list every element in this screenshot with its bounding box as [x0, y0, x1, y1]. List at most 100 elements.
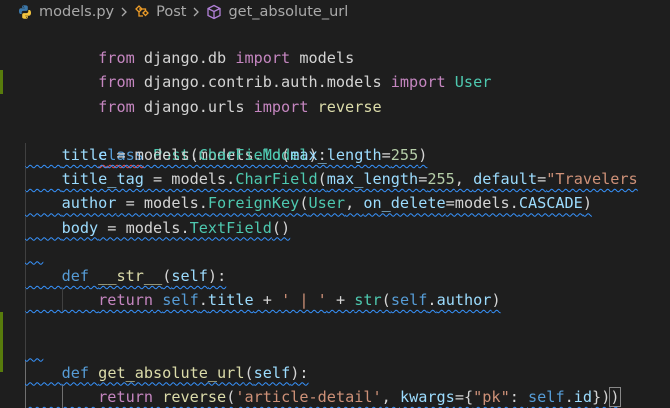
punctuation-token: )	[491, 291, 501, 310]
punctuation-token: (	[244, 363, 254, 382]
parameter-token: max_length	[326, 170, 419, 189]
punctuation-token: (	[281, 145, 291, 164]
punctuation-token: = models.	[143, 170, 236, 189]
punctuation-token: ={	[454, 387, 474, 406]
string-token: ' | '	[281, 291, 327, 310]
punctuation-token: =	[537, 170, 547, 189]
punctuation-token: = models.	[98, 218, 190, 237]
chevron-right-icon	[121, 7, 128, 17]
punctuation-token: ,	[345, 194, 364, 213]
code-line-empty[interactable]	[0, 95, 670, 119]
code-line[interactable]: def get_absolute_url(self):	[0, 360, 670, 385]
identifier-token: title_tag	[61, 170, 144, 189]
self-token: self	[528, 387, 565, 406]
punctuation-token: :	[509, 387, 529, 406]
indent-guide	[25, 312, 26, 337]
punctuation-token: ,	[454, 170, 474, 189]
keyword-token: return	[98, 387, 154, 406]
class-token: CharField	[235, 170, 318, 189]
identifier-token: body	[61, 218, 99, 237]
identifier-token: author	[436, 291, 492, 310]
class-token: User	[308, 194, 346, 213]
identifier-token: id	[573, 387, 593, 406]
code-editor[interactable]: models.py Post get_absolute_url from dja…	[0, 0, 670, 408]
code-line[interactable]: title = models.CharField(max_length=255)	[0, 142, 670, 168]
parameter-token: self	[171, 266, 208, 285]
punctuation-token: = models.	[116, 194, 208, 213]
code-line[interactable]: body = models.TextField()	[0, 215, 670, 240]
python-icon	[19, 5, 31, 19]
keyword-token: def	[61, 266, 90, 285]
self-token: self	[390, 291, 428, 310]
code-area[interactable]: from django.db import models from django…	[0, 22, 670, 408]
constant-token: CASCADE	[518, 194, 583, 213]
parameter-token: self	[253, 363, 291, 382]
punctuation-token: (	[226, 387, 236, 406]
matching-bracket: )	[609, 386, 621, 407]
code-line[interactable]: class Post(models.Model):	[0, 119, 670, 164]
string-token: "Travelers	[546, 170, 638, 189]
code-line[interactable]: from django.urls import reverse	[0, 70, 670, 116]
code-line[interactable]: title_tag = models.CharField(max_length=…	[0, 167, 670, 192]
function-token: __str__	[98, 266, 163, 285]
code-line[interactable]: author = models.ForeignKey(User, on_dele…	[0, 191, 670, 216]
parameter-token: max_length	[290, 145, 382, 164]
class-token: CharField	[198, 145, 282, 164]
punctuation-token: )	[418, 145, 428, 164]
code-line[interactable]: from django.db import models	[0, 22, 670, 67]
punctuation-token: (	[162, 266, 172, 285]
parameter-token: on_delete	[363, 194, 446, 213]
identifier-token: title	[61, 145, 108, 164]
code-line-empty[interactable]	[0, 239, 670, 264]
class-symbol-icon	[135, 5, 150, 17]
punctuation-token: )	[582, 194, 592, 213]
code-line[interactable]: from django.contrib.auth.models import U…	[0, 46, 670, 91]
keyword-token: def	[61, 363, 90, 382]
function-token: reverse	[162, 387, 227, 406]
code-line-empty[interactable]	[0, 336, 670, 361]
code-line[interactable]: return reverse('article-detail', kwargs=…	[0, 384, 670, 408]
punctuation-token: =	[418, 170, 428, 189]
punctuation-token: (	[381, 291, 391, 310]
keyword-token: return	[98, 291, 154, 310]
string-token: 'article-detail'	[235, 387, 382, 406]
breadcrumb-class[interactable]: Post	[134, 4, 186, 20]
self-token: self	[162, 291, 199, 310]
method-cube-icon	[207, 4, 222, 20]
punctuation-token: .	[427, 291, 437, 310]
identifier-token: author	[61, 194, 117, 213]
punctuation-token: (	[317, 170, 327, 189]
breadcrumb-class-label: Post	[156, 4, 187, 20]
punctuation-token: })	[592, 387, 611, 406]
punctuation-token: .	[564, 387, 574, 406]
punctuation-token: +	[326, 291, 355, 310]
code-line[interactable]: def __str__(self):	[0, 263, 670, 289]
parameter-token: default	[473, 170, 538, 189]
punctuation-token: =	[381, 145, 391, 164]
parameter-token: kwargs	[399, 387, 455, 406]
breadcrumb: models.py Post get_absolute_url	[0, 0, 670, 24]
chevron-right-icon	[193, 7, 200, 17]
breadcrumb-file[interactable]: models.py	[17, 4, 114, 20]
builtin-token: str	[354, 291, 382, 310]
breadcrumb-file-label: models.py	[39, 4, 115, 20]
number-token: 255	[390, 145, 419, 164]
number-token: 255	[427, 170, 455, 189]
punctuation-token: ()	[271, 218, 291, 237]
punctuation-token: ,	[381, 387, 400, 406]
class-token: ForeignKey	[207, 194, 300, 213]
function-token: get_absolute_url	[98, 363, 245, 382]
breadcrumb-method[interactable]: get_absolute_url	[206, 4, 348, 20]
identifier-token: title	[207, 291, 254, 310]
class-token: TextField	[189, 218, 272, 237]
punctuation-token: ):	[207, 266, 227, 285]
punctuation-token: +	[253, 291, 282, 310]
punctuation-token: =models.	[445, 194, 519, 213]
punctuation-token: = models.	[107, 145, 199, 164]
code-line-empty[interactable]	[0, 312, 670, 337]
code-line[interactable]: return self.title + ' | ' + str(self.aut…	[0, 288, 670, 313]
